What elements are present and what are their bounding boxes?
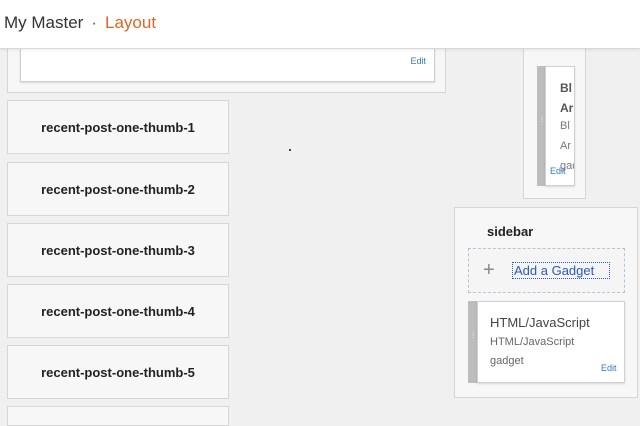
gadget-title-line2: Ar [560, 101, 574, 115]
gadget-subtitle-line1: HTML/JavaScript [490, 336, 575, 348]
drag-handle-icon: ⋮ [470, 333, 476, 339]
add-gadget-link[interactable]: Add a Gadget [512, 262, 610, 279]
stray-dot [289, 149, 291, 151]
section-label: recent-post-one-thumb-2 [41, 181, 195, 197]
blog-title[interactable]: My Master [4, 13, 83, 32]
drag-handle[interactable]: ⋮ [537, 66, 545, 186]
add-gadget-area[interactable]: + Add a Gadget [468, 248, 625, 293]
edit-link[interactable]: Edit [410, 56, 426, 66]
sidebar-title: sidebar [487, 224, 534, 239]
drag-handle[interactable]: ⋮ [468, 301, 477, 383]
section-recent-post-one-thumb-4[interactable]: recent-post-one-thumb-4 [7, 284, 229, 338]
section-recent-post-one-thumb-5[interactable]: recent-post-one-thumb-5 [7, 345, 229, 399]
edit-link[interactable]: Edit [601, 363, 617, 373]
section-label: recent-post-one-thumb-3 [41, 242, 195, 258]
gadget-title-line1: Bl [560, 81, 572, 95]
top-header: My Master · Layout [0, 0, 640, 49]
section-recent-post-one-thumb-3[interactable]: recent-post-one-thumb-3 [7, 223, 229, 277]
blog-archive-gadget-card[interactable]: Bl Ar Bl Ar gad Edit [545, 66, 575, 186]
gadget-subtitle-line2: gadget [490, 355, 524, 367]
breadcrumb: My Master · Layout [4, 13, 156, 33]
edit-link[interactable]: Edit [550, 166, 566, 176]
section-label: recent-post-one-thumb-1 [41, 119, 195, 135]
breadcrumb-separator: · [91, 13, 98, 32]
section-recent-post-one-thumb-2[interactable]: recent-post-one-thumb-2 [7, 162, 229, 216]
section-partial[interactable] [7, 406, 229, 426]
section-label: recent-post-one-thumb-4 [41, 303, 195, 319]
page-title: Layout [105, 13, 157, 32]
gadget-subtitle-line2: Ar [560, 140, 571, 152]
gadget-title: HTML/JavaScript [490, 315, 590, 330]
gadget-subtitle-line1: Bl [560, 120, 570, 132]
section-recent-post-one-thumb-1[interactable]: recent-post-one-thumb-1 [7, 100, 229, 154]
plus-icon[interactable]: + [483, 258, 495, 282]
section-label: recent-post-one-thumb-5 [41, 364, 195, 380]
drag-handle-icon: ⋮ [539, 117, 545, 123]
right-top-section: ⋮ Bl Ar Bl Ar gad Edit [523, 40, 586, 199]
